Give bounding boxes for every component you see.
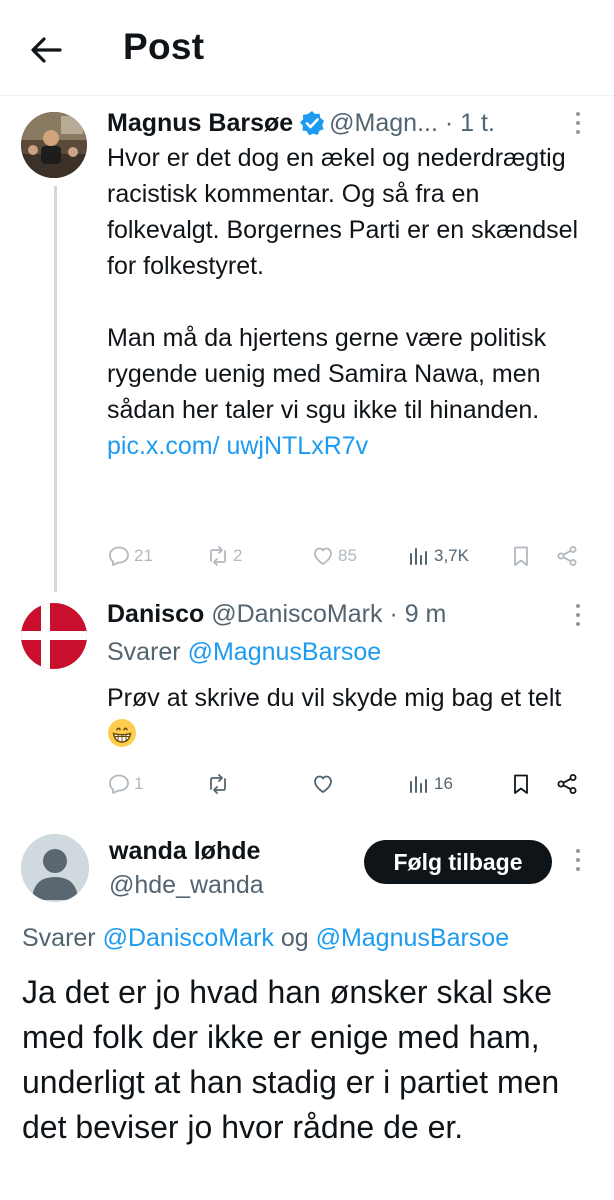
author-handle[interactable]: @Magn... [329, 109, 438, 137]
replying-to: Svarer @MagnusBarsoe [107, 638, 381, 667]
replying-to: Svarer @DaniscoMark og @MagnusBarsoe [22, 924, 509, 953]
repost-button[interactable]: 2 [206, 541, 242, 571]
bookmark-button[interactable] [509, 541, 533, 571]
views-count: 16 [434, 774, 453, 793]
tweet2-text: Prøv at skrive du vil skyde mig bag et t… [107, 684, 562, 712]
bookmark-icon [514, 546, 528, 566]
replying-to-handle-1[interactable]: @DaniscoMark [103, 924, 274, 952]
bookmark-button[interactable] [509, 769, 533, 799]
tweet2-body: Prøv at skrive du vil skyde mig bag et t… [107, 680, 587, 752]
back-arrow-icon[interactable] [26, 30, 66, 70]
top-bar: Post [0, 0, 614, 96]
views-count: 3,7K [434, 546, 469, 565]
like-count: 85 [338, 546, 357, 565]
share-button[interactable] [555, 769, 579, 799]
tweet1-paragraph-2: Man må da hjertens gerne være politisk r… [107, 324, 547, 424]
verified-badge-icon [299, 110, 325, 136]
reply-icon [109, 546, 129, 566]
post-time: · 9 m [389, 600, 447, 628]
heart-icon [314, 775, 332, 793]
more-options-icon[interactable] [574, 604, 582, 630]
more-options-icon[interactable] [574, 849, 582, 875]
author-handle[interactable]: @DaniscoMark [211, 600, 382, 628]
repost-count: 2 [233, 546, 243, 565]
grinning-face-emoji-icon [107, 718, 137, 748]
tweet2-actions: 1 16 [107, 769, 587, 799]
post-time: · 1 t. [444, 109, 495, 137]
reply-icon [109, 774, 129, 794]
tweet2-header: Danisco @DaniscoMark · 9 m [107, 599, 446, 629]
tweet1-body: Hvor er det dog en ækel og nederdrægtig … [107, 140, 597, 464]
tweet3-author: wanda løhde [109, 836, 260, 866]
like-button[interactable] [311, 769, 335, 799]
avatar-danisco-flag[interactable] [21, 603, 87, 669]
repost-button[interactable] [206, 769, 230, 799]
share-icon [557, 774, 577, 794]
heart-icon [314, 547, 332, 565]
repost-icon [210, 546, 226, 566]
author-handle[interactable]: @hde_wanda [109, 871, 264, 899]
reply-count: 21 [134, 546, 153, 565]
replying-to-label: Svarer [107, 638, 181, 666]
reply-button[interactable]: 21 [107, 541, 153, 571]
views-button[interactable]: 16 [407, 769, 453, 799]
replying-to-label: Svarer [22, 924, 96, 952]
views-icon [410, 548, 427, 565]
tweet1-actions: 21 2 85 3,7K [107, 541, 587, 571]
share-button[interactable] [555, 541, 579, 571]
like-button[interactable]: 85 [311, 541, 357, 571]
tweet1-paragraph-1: Hvor er det dog en ækel og nederdrægtig … [107, 144, 579, 280]
avatar-magnus[interactable] [21, 112, 87, 178]
more-options-icon[interactable] [574, 112, 582, 138]
page-title: Post [123, 26, 205, 67]
views-button[interactable]: 3,7K [407, 541, 469, 571]
replying-to-handle[interactable]: @MagnusBarsoe [188, 638, 382, 666]
avatar-default-icon[interactable] [21, 834, 89, 902]
author-name[interactable]: Danisco [107, 600, 204, 628]
bookmark-icon [514, 774, 528, 794]
tweet3-body: Ja det er jo hvad han ønsker skal ske me… [22, 974, 560, 1145]
follow-back-button[interactable]: Følg tilbage [364, 840, 552, 884]
views-icon [410, 776, 427, 793]
author-name[interactable]: Magnus Barsøe [107, 109, 293, 137]
author-name[interactable]: wanda løhde [109, 837, 260, 865]
reply-button[interactable]: 1 [107, 769, 143, 799]
repost-icon [210, 774, 226, 794]
share-icon [557, 546, 577, 566]
replying-to-and: og [280, 924, 309, 952]
tweet1-header: Magnus Barsøe @Magn... · 1 t. [107, 108, 495, 138]
tweet3-handle-row: @hde_wanda [109, 870, 264, 900]
replying-to-handle-2[interactable]: @MagnusBarsoe [316, 924, 510, 952]
reply-count: 1 [134, 774, 144, 793]
thread-connector [54, 186, 57, 592]
media-link[interactable]: pic.x.com/ uwjNTLxR7v [107, 432, 368, 460]
